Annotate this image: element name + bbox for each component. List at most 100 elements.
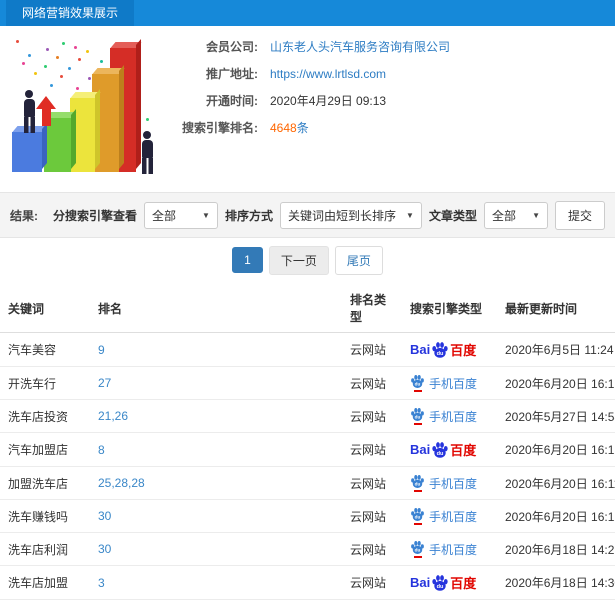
updated-time-cell: 2020年6月20日 16:12	[497, 432, 615, 467]
rank-cell[interactable]: 25,28,28	[90, 466, 342, 500]
rank-type-cell: 云网站	[342, 399, 402, 433]
rank-cell[interactable]: 8	[90, 432, 342, 467]
engine-rank-count: 4648	[270, 121, 297, 135]
table-row: 洗车店投资 21,26 云网站 du 手机百度 2020年5月27日 14:58	[0, 399, 615, 433]
pagination-last-button[interactable]: 尾页	[334, 245, 383, 275]
keyword-cell: 洗车店投资	[0, 399, 90, 433]
baidu-logo: Bai du 百度	[410, 441, 477, 458]
member-company-link[interactable]: 山东老人头汽车服务咨询有限公司	[270, 38, 450, 55]
pagination-current-page[interactable]: 1	[232, 247, 263, 273]
engine-filter-label: 分搜索引擎查看	[52, 208, 137, 223]
rank-type-cell: 云网站	[342, 366, 402, 400]
promo-url-link[interactable]: https://www.lrtlsd.com	[270, 67, 386, 81]
chevron-down-icon: ▼	[202, 210, 210, 220]
article-type-select[interactable]: 全部 ▼	[483, 201, 548, 229]
engine-type-cell: Bai du 百度	[402, 432, 497, 467]
baidu-paw-icon: du	[411, 474, 424, 488]
engine-type-cell: du 手机百度	[402, 399, 497, 433]
mobile-baidu-logo: du 手机百度	[410, 374, 477, 392]
sort-filter-select[interactable]: 关键词由短到长排序 ▼	[279, 201, 422, 229]
col-header-rank-type: 排名类型	[342, 282, 402, 333]
engine-type-cell: Bai du 百度	[402, 332, 497, 367]
rank-cell[interactable]: 21,26	[90, 399, 342, 433]
updated-time-cell: 2020年5月27日 14:58	[497, 399, 615, 433]
top-section: 会员公司: 山东老人头汽车服务咨询有限公司 推广地址: https://www.…	[0, 26, 615, 192]
svg-text:du: du	[437, 583, 444, 589]
baidu-paw-icon: du	[432, 574, 448, 591]
keyword-cell: 开洗车行	[0, 366, 90, 400]
promo-url-label: 推广地址:	[206, 67, 258, 81]
rank-cell[interactable]: 30	[90, 499, 342, 533]
keyword-cell: 洗车店加盟	[0, 565, 90, 600]
svg-text:du: du	[437, 350, 444, 356]
svg-text:du: du	[415, 515, 421, 520]
rank-cell[interactable]: 3	[90, 565, 342, 600]
rank-type-cell: 云网站	[342, 565, 402, 600]
member-company-row: 会员公司: 山东老人头汽车服务咨询有限公司	[158, 34, 450, 59]
engine-filter-select[interactable]: 全部 ▼	[143, 201, 218, 229]
rank-type-cell: 云网站	[342, 532, 402, 566]
results-table: 关键词 排名 排名类型 搜索引擎类型 最新更新时间 汽车美容 9 云网站 Bai du…	[0, 282, 615, 600]
engine-rank-row: 搜索引擎排名: 4648条	[158, 115, 450, 140]
marketing-chart-illustration	[2, 28, 180, 188]
rank-cell[interactable]: 27	[90, 366, 342, 400]
table-row: 洗车店加盟 3 云网站 Bai du 百度 2020年6月18日 14:30	[0, 565, 615, 600]
svg-text:du: du	[415, 482, 421, 487]
table-row: 开洗车行 27 云网站 du 手机百度 2020年6月20日 16:16	[0, 366, 615, 400]
mobile-baidu-label: 手机百度	[429, 409, 478, 424]
engine-type-cell: du 手机百度	[402, 532, 497, 566]
article-type-value: 全部	[491, 208, 516, 223]
rank-type-cell: 云网站	[342, 432, 402, 467]
chart-bar-green	[44, 109, 77, 172]
mobile-baidu-label: 手机百度	[429, 376, 478, 391]
confetti-decoration	[16, 40, 19, 43]
chevron-down-icon: ▼	[532, 210, 540, 220]
updated-time-cell: 2020年6月5日 11:24	[497, 332, 615, 367]
baidu-paw-icon: du	[432, 341, 448, 358]
baidu-paw-icon: du	[411, 540, 424, 554]
businessman-figure-left	[22, 90, 36, 133]
baidu-paw-icon: du	[432, 441, 448, 458]
pagination-next-button[interactable]: 下一页	[268, 245, 329, 275]
mobile-baidu-label: 手机百度	[429, 542, 478, 557]
pagination: 1 下一页 尾页	[0, 238, 615, 282]
col-header-engine-type: 搜索引擎类型	[402, 282, 497, 333]
engine-rank-unit: 条	[296, 121, 309, 135]
mobile-baidu-logo: du 手机百度	[410, 407, 477, 425]
sort-filter-label: 排序方式	[224, 208, 273, 223]
col-header-keyword: 关键词	[0, 282, 90, 333]
engine-type-cell: Bai du 百度	[402, 565, 497, 600]
top-bar: 网络营销效果展示	[0, 0, 615, 26]
rank-cell[interactable]: 30	[90, 532, 342, 566]
results-table-body: 汽车美容 9 云网站 Bai du 百度 2020年6月5日 11:24 开洗车行 27 云网…	[0, 332, 615, 600]
submit-button[interactable]: 提交	[554, 200, 605, 230]
filter-band: 结果: 分搜索引擎查看 全部 ▼ 排序方式 关键词由短到长排序 ▼ 文章类型 全…	[0, 192, 615, 238]
updated-time-cell: 2020年6月18日 14:30	[497, 565, 615, 600]
updated-time-cell: 2020年6月20日 16:16	[497, 366, 615, 400]
keyword-cell: 汽车加盟店	[0, 432, 90, 467]
table-row: 洗车店利润 30 云网站 du 手机百度 2020年6月18日 14:27	[0, 532, 615, 566]
updated-time-cell: 2020年6月20日 16:12	[497, 499, 615, 533]
keyword-cell: 洗车赚钱吗	[0, 499, 90, 533]
svg-text:du: du	[415, 382, 421, 387]
open-time-value: 2020年4月29日 09:13	[270, 94, 387, 108]
engine-type-cell: du 手机百度	[402, 499, 497, 533]
rank-type-cell: 云网站	[342, 332, 402, 367]
baidu-logo: Bai du 百度	[410, 574, 477, 591]
rank-cell[interactable]: 9	[90, 332, 342, 367]
keyword-cell: 加盟洗车店	[0, 466, 90, 500]
col-header-rank: 排名	[90, 282, 342, 333]
col-header-updated: 最新更新时间	[497, 282, 615, 333]
updated-time-cell: 2020年6月18日 14:27	[497, 532, 615, 566]
mobile-baidu-logo: du 手机百度	[410, 507, 477, 525]
businessman-figure-right	[140, 131, 154, 174]
mobile-baidu-logo: du 手机百度	[410, 540, 477, 558]
engine-filter-value: 全部	[151, 208, 176, 223]
filter-controls: 分搜索引擎查看 全部 ▼ 排序方式 关键词由短到长排序 ▼ 文章类型 全部 ▼ …	[52, 200, 605, 230]
table-row: 洗车赚钱吗 30 云网站 du 手机百度 2020年6月20日 16:12	[0, 499, 615, 533]
result-label: 结果:	[10, 208, 38, 223]
company-info: 会员公司: 山东老人头汽车服务咨询有限公司 推广地址: https://www.…	[158, 34, 450, 142]
rank-type-cell: 云网站	[342, 499, 402, 533]
page-title: 网络营销效果展示	[6, 0, 135, 26]
svg-text:du: du	[415, 548, 421, 553]
